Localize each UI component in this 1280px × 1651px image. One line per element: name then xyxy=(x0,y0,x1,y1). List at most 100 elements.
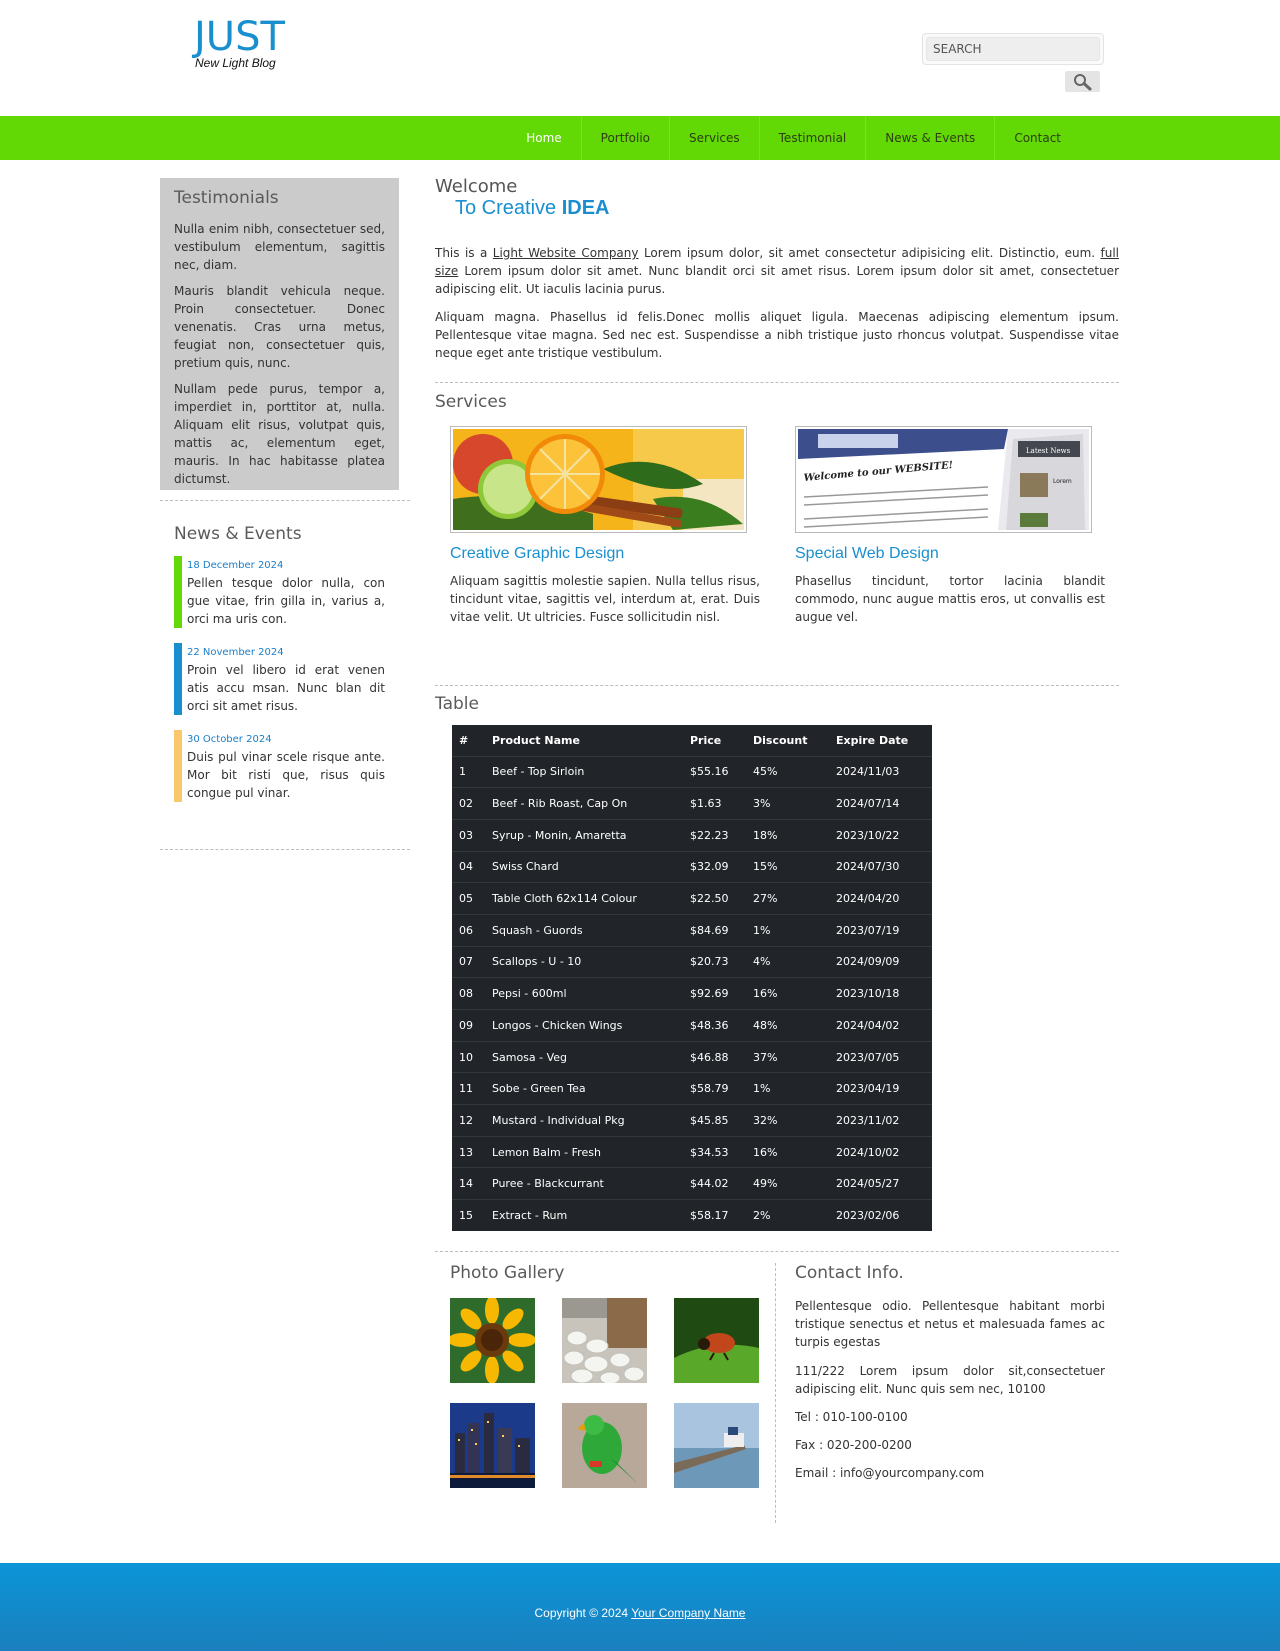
website-image: Welcome to our WEBSITE! Latest News Lore… xyxy=(798,429,1089,530)
news-accent-bar xyxy=(174,730,182,802)
cell-index: 13 xyxy=(452,1135,485,1168)
gallery-photo-sunflower[interactable] xyxy=(450,1298,535,1383)
vertical-divider xyxy=(775,1263,776,1523)
beetle-image xyxy=(674,1298,759,1383)
gallery-heading: Photo Gallery xyxy=(450,1263,565,1283)
cell-discount: 4% xyxy=(746,945,829,978)
cell-product: Swiss Chard xyxy=(485,850,683,883)
welcome-title: Welcome xyxy=(435,176,518,197)
column-header: Product Name xyxy=(485,725,683,757)
search-button[interactable] xyxy=(1065,71,1100,92)
cell-product: Pepsi - 600ml xyxy=(485,977,683,1010)
cell-price: $84.69 xyxy=(683,913,746,947)
cell-price: $45.85 xyxy=(683,1104,746,1137)
service-image-fruits[interactable] xyxy=(450,426,747,533)
sunflower-image xyxy=(450,1298,535,1383)
cell-expire: 2024/07/30 xyxy=(829,850,932,883)
cell-discount: 2% xyxy=(746,1199,829,1232)
cell-product: Samosa - Veg xyxy=(485,1040,683,1073)
cell-product: Squash - Guords xyxy=(485,913,683,947)
gallery-photo-beetle[interactable] xyxy=(674,1298,759,1383)
gallery-photo-pier[interactable] xyxy=(674,1403,759,1488)
news-accent-bar xyxy=(174,556,182,628)
cell-discount: 18% xyxy=(746,818,829,852)
cell-price: $46.88 xyxy=(683,1040,746,1073)
service-text: Phasellus tincidunt, tortor lacinia blan… xyxy=(795,574,1105,624)
cell-product: Scallops - U - 10 xyxy=(485,945,683,978)
cell-price: $58.17 xyxy=(683,1199,746,1232)
welcome-text: Lorem ipsum dolor sit amet. Nunc blandit… xyxy=(435,264,1119,296)
table-body: 1 Beef - Top Sirloin $55.16 45% 2024/11/03 0… xyxy=(452,755,932,1232)
cell-expire: 2024/04/20 xyxy=(829,882,932,915)
testimonial-text: Mauris blandit vehicula neque. Proin con… xyxy=(174,284,385,370)
cell-discount: 49% xyxy=(746,1167,829,1200)
service-image-website[interactable]: Welcome to our WEBSITE! Latest News Lore… xyxy=(795,426,1092,533)
table-row: 04 Swiss Chard $32.09 15% 2024/07/30 xyxy=(452,850,932,883)
table-row: 08 Pepsi - 600ml $92.69 16% 2023/10/18 xyxy=(452,977,932,1010)
cell-product: Beef - Rib Roast, Cap On xyxy=(485,787,683,820)
table-row: 09 Longos - Chicken Wings $48.36 48% 2024/04… xyxy=(452,1009,932,1042)
service-title[interactable]: Special Web Design xyxy=(795,545,939,563)
contact-fax: Fax : 020-200-0200 xyxy=(795,1438,912,1452)
cell-index: 08 xyxy=(452,977,485,1010)
cell-expire: 2023/07/05 xyxy=(829,1040,932,1073)
company-name-link[interactable]: Your Company Name xyxy=(631,1606,745,1620)
table-row: 15 Extract - Rum $58.17 2% 2023/02/06 xyxy=(452,1199,932,1232)
table-row: 13 Lemon Balm - Fresh $34.53 16% 2024/10/02 xyxy=(452,1135,932,1168)
cell-index: 10 xyxy=(452,1040,485,1073)
cell-discount: 37% xyxy=(746,1040,829,1073)
cell-index: 12 xyxy=(452,1104,485,1137)
footer: Copyright © 2024 Your Company Name xyxy=(0,1563,1280,1651)
testimonials-heading: Testimonials xyxy=(174,188,279,208)
contact-description: Pellentesque odio. Pellentesque habitant… xyxy=(795,1299,1105,1349)
nav-news-events[interactable]: News & Events xyxy=(865,116,994,160)
gallery-photo-parrot[interactable] xyxy=(562,1403,647,1488)
news-panel: News & Events 18 December 2024 Pellen te… xyxy=(160,524,399,817)
fruits-image xyxy=(453,429,744,530)
logo-title[interactable]: JUST xyxy=(194,14,285,60)
testimonials-panel: Testimonials Nulla enim nibh, consectetu… xyxy=(160,178,399,490)
cell-product: Syrup - Monin, Amaretta xyxy=(485,818,683,852)
cell-discount: 1% xyxy=(746,913,829,947)
cell-expire: 2024/04/02 xyxy=(829,1009,932,1042)
contact-heading: Contact Info. xyxy=(795,1263,904,1283)
parrot-image xyxy=(562,1403,647,1488)
search-input[interactable] xyxy=(926,37,1100,61)
nav-home[interactable]: Home xyxy=(507,116,580,160)
cell-expire: 2023/10/22 xyxy=(829,818,932,852)
product-table: # Product Name Price Discount Expire Dat… xyxy=(452,725,932,1232)
cell-discount: 1% xyxy=(746,1072,829,1105)
news-item[interactable]: 22 November 2024 Proin vel libero id era… xyxy=(174,643,385,715)
table-row: 1 Beef - Top Sirloin $55.16 45% 2024/11/03 xyxy=(452,755,932,788)
search-icon xyxy=(1073,73,1091,90)
nav-testimonial[interactable]: Testimonial xyxy=(758,116,866,160)
testimonial-text: Nullam pede purus, tempor a, imperdiet i… xyxy=(174,382,385,486)
service-title[interactable]: Creative Graphic Design xyxy=(450,545,624,563)
news-text: Proin vel libero id erat venen atis accu… xyxy=(187,663,385,713)
company-link[interactable]: Light Website Company xyxy=(493,246,639,260)
cell-index: 07 xyxy=(452,945,485,978)
nav-services[interactable]: Services xyxy=(669,116,759,160)
news-item[interactable]: 18 December 2024 Pellen tesque dolor nul… xyxy=(174,556,385,628)
contact-address: 111/222 Lorem ipsum dolor sit,consectetu… xyxy=(795,1364,1105,1396)
cell-index: 11 xyxy=(452,1072,485,1105)
contact-tel: Tel : 010-100-0100 xyxy=(795,1410,908,1424)
cell-price: $20.73 xyxy=(683,945,746,978)
nav-portfolio[interactable]: Portfolio xyxy=(580,116,669,160)
cell-expire: 2024/07/14 xyxy=(829,787,932,820)
gallery-photo-pebbles[interactable] xyxy=(562,1298,647,1383)
column-header: # xyxy=(452,725,485,757)
news-item[interactable]: 30 October 2024 Duis pul vinar scele ris… xyxy=(174,730,385,802)
welcome-text: This is a xyxy=(435,246,488,260)
cell-index: 1 xyxy=(452,755,485,788)
table-row: 07 Scallops - U - 10 $20.73 4% 2024/09/09 xyxy=(452,945,932,978)
cell-index: 05 xyxy=(452,882,485,915)
gallery-photo-city[interactable] xyxy=(450,1403,535,1488)
nav-contact[interactable]: Contact xyxy=(994,116,1080,160)
cell-product: Longos - Chicken Wings xyxy=(485,1009,683,1042)
table-row: 14 Puree - Blackcurrant $44.02 49% 2024/05/2… xyxy=(452,1167,932,1200)
cell-index: 15 xyxy=(452,1199,485,1232)
cell-expire: 2024/09/09 xyxy=(829,945,932,978)
cell-discount: 45% xyxy=(746,755,829,788)
contact-email[interactable]: Email : info@yourcompany.com xyxy=(795,1464,1105,1482)
